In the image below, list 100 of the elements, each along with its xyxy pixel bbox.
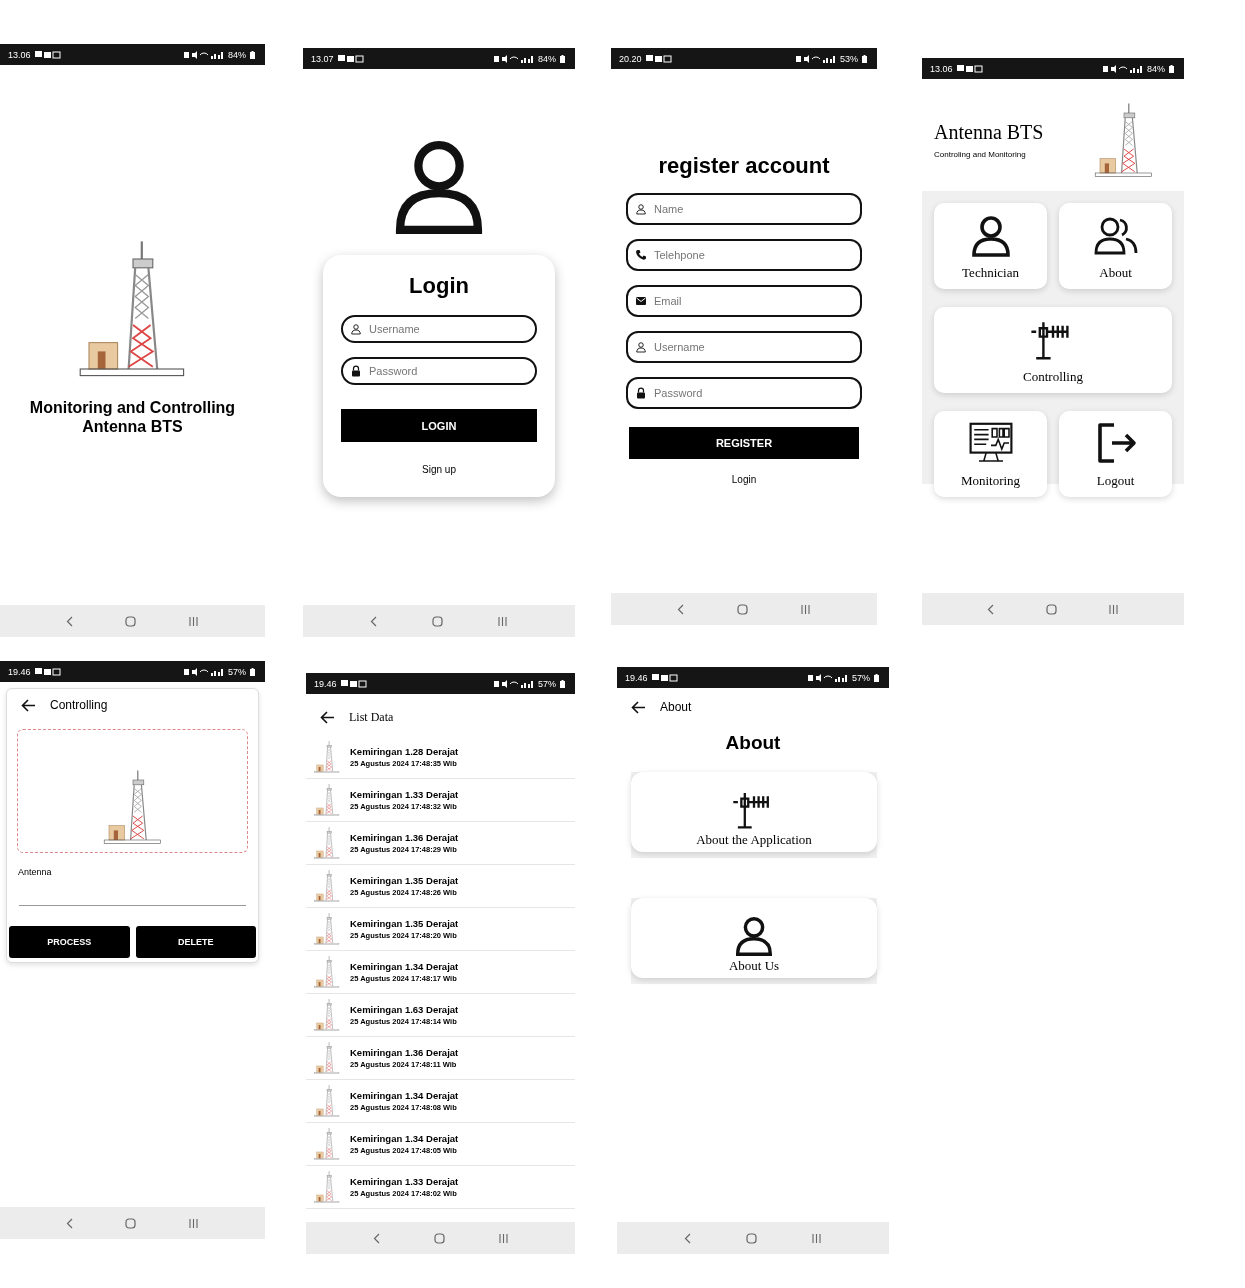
person-icon (350, 323, 362, 335)
input-field[interactable]: Username (341, 315, 537, 343)
battery-level-text: 53% (840, 53, 858, 64)
menu-tile[interactable]: Logout (1059, 411, 1172, 497)
signup-link[interactable]: Sign up (422, 464, 456, 475)
home-icon[interactable] (125, 615, 137, 627)
battery-icon (560, 679, 565, 688)
system-icons-drawing (184, 667, 224, 676)
system-icons-drawing (494, 54, 534, 63)
screen-title: About (660, 700, 692, 714)
antenna-tower-icon (314, 1170, 340, 1204)
register-button[interactable]: REGISTER (629, 427, 859, 459)
recents-icon[interactable] (1107, 603, 1119, 615)
antenna-tower-icon (102, 768, 163, 846)
battery-level-text: 84% (538, 53, 556, 64)
system-icons-drawing (796, 54, 836, 63)
system-icons-drawing (808, 673, 848, 682)
recents-icon[interactable] (188, 1217, 200, 1229)
back-icon[interactable] (370, 615, 378, 627)
home-icon[interactable] (432, 615, 443, 627)
back-arrow-icon[interactable] (21, 698, 36, 712)
antenna-tower-icon (314, 869, 340, 903)
system-icons-drawing (494, 679, 534, 688)
tilt-reading: Kemiringan 1.35 Derajat (350, 875, 459, 886)
status-time: 19.46 (314, 678, 337, 689)
recents-icon[interactable] (800, 603, 811, 615)
recents-icon[interactable] (497, 615, 508, 627)
antenna-tower-icon (314, 740, 340, 774)
input-field[interactable]: Email (626, 285, 862, 317)
home-icon[interactable] (746, 1232, 757, 1244)
home-icon[interactable] (1046, 603, 1057, 615)
app-title: Antenna BTS (934, 121, 1044, 144)
login-link[interactable]: Login (731, 474, 757, 485)
lock-icon (635, 387, 647, 399)
action-button[interactable]: PROCESS (9, 926, 130, 958)
input-field[interactable]: Password (341, 357, 537, 385)
input-field[interactable]: Password (626, 377, 862, 409)
mail-icon (635, 295, 647, 307)
back-icon[interactable] (677, 603, 685, 615)
back-icon[interactable] (65, 1217, 74, 1229)
login-button[interactable]: LOGIN (341, 409, 537, 442)
input-field[interactable]: Telehpone (626, 239, 862, 271)
notification-icons-drawing (34, 667, 61, 676)
battery-icon (862, 54, 867, 63)
battery-level-text: 57% (538, 678, 556, 689)
home-icon[interactable] (737, 603, 748, 615)
tilt-reading: Kemiringan 1.33 Derajat (350, 789, 459, 800)
tilt-reading: Kemiringan 1.35 Derajat (350, 918, 459, 929)
screen-title: List Data (349, 709, 394, 725)
antenna-tower-icon (314, 998, 340, 1032)
about-card[interactable]: About the Application (631, 772, 877, 852)
menu-tile[interactable]: About (1059, 203, 1172, 289)
menu-tile[interactable]: Monitoring (934, 411, 1047, 497)
back-icon[interactable] (987, 603, 996, 615)
input-field[interactable]: Username (626, 331, 862, 363)
tilt-reading: Kemiringan 1.34 Derajat (350, 1090, 459, 1101)
notification-icons-drawing (340, 679, 367, 688)
app-title: Monitoring and Controlling Antenna BTS (28, 398, 237, 437)
recents-icon[interactable] (188, 615, 200, 627)
status-time: 19.46 (625, 672, 648, 683)
system-icons-drawing (184, 50, 224, 59)
recents-icon[interactable] (497, 1232, 509, 1244)
notification-icons-drawing (337, 54, 364, 63)
screen-title: Controlling (50, 698, 108, 712)
input-field[interactable]: Name (626, 193, 862, 225)
menu-tile[interactable]: Controlling (934, 307, 1172, 393)
antenna-tower-icon (314, 1127, 340, 1161)
person-icon (635, 341, 647, 353)
about-card[interactable]: About Us (631, 898, 877, 978)
login-heading: Login (409, 273, 469, 299)
action-button[interactable]: DELETE (135, 926, 256, 958)
system-icons-drawing (1103, 64, 1143, 73)
antenna-tower-icon (314, 1041, 340, 1075)
status-time: 19.46 (8, 666, 31, 677)
battery-level-text: 57% (852, 672, 870, 683)
battery-level-text: 84% (228, 49, 246, 60)
home-icon[interactable] (433, 1232, 445, 1244)
back-arrow-icon[interactable] (320, 710, 335, 724)
tilt-reading: Kemiringan 1.36 Derajat (350, 1047, 459, 1058)
back-icon[interactable] (65, 615, 74, 627)
status-time: 13.07 (311, 53, 334, 64)
antenna-tower-icon (314, 912, 340, 946)
antenna-tower-icon (314, 783, 340, 817)
menu-tile[interactable]: Technician (934, 203, 1047, 289)
back-arrow-icon[interactable] (631, 700, 646, 714)
antenna-tower-icon (314, 826, 340, 860)
back-icon[interactable] (684, 1232, 692, 1244)
recents-icon[interactable] (811, 1232, 822, 1244)
notification-icons-drawing (645, 54, 672, 63)
battery-icon (560, 54, 565, 63)
antenna-tower-icon (314, 955, 340, 989)
person-icon (635, 203, 647, 215)
status-time: 13.06 (8, 49, 31, 60)
antenna-tower-icon (314, 1084, 340, 1118)
back-icon[interactable] (372, 1232, 381, 1244)
tilt-reading: Kemiringan 1.34 Derajat (350, 1133, 459, 1144)
app-subtitle: Controling and Monitoring (934, 150, 1027, 159)
notification-icons-drawing (34, 50, 61, 59)
tilt-reading: Kemiringan 1.33 Derajat (350, 1176, 459, 1187)
home-icon[interactable] (125, 1217, 137, 1229)
